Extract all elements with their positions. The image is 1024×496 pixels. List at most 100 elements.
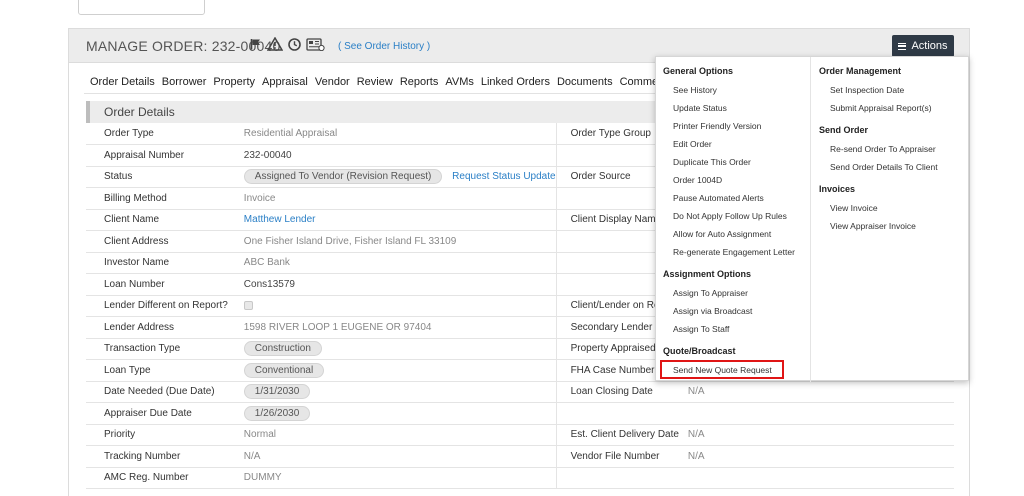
field-label: Billing Method [86, 187, 228, 210]
tab-order-details[interactable]: Order Details [90, 76, 155, 88]
menu-item-assign-broadcast[interactable]: Assign via Broadcast [673, 306, 752, 316]
field-value: Conventional [227, 359, 557, 382]
menu-item-resend-to-appraiser[interactable]: Re-send Order To Appraiser [830, 144, 936, 154]
menu-item-update-status[interactable]: Update Status [673, 103, 727, 113]
field-label: Loan Type [86, 359, 228, 382]
lender-different-checkbox[interactable] [243, 301, 253, 311]
tab-reports[interactable]: Reports [400, 76, 439, 88]
tab-property[interactable]: Property [213, 76, 255, 88]
tab-appraisal[interactable]: Appraisal [262, 76, 308, 88]
tab-linked-orders[interactable]: Linked Orders [481, 76, 550, 88]
tab-documents[interactable]: Documents [557, 76, 613, 88]
tab-avms[interactable]: AVMs [445, 76, 474, 88]
tab-borrower[interactable]: Borrower [162, 76, 207, 88]
see-order-history-link[interactable]: ( See Order History ) [338, 41, 430, 52]
menu-item-see-history[interactable]: See History [673, 85, 717, 95]
field-value: One Fisher Island Drive, Fisher Island F… [227, 230, 557, 253]
menu-item-printer-friendly[interactable]: Printer Friendly Version [673, 121, 761, 131]
tab-vendor[interactable]: Vendor [315, 76, 350, 88]
field-label: Transaction Type [86, 338, 228, 360]
menu-item-assign-staff[interactable]: Assign To Staff [673, 324, 729, 334]
field-value: DUMMY [227, 467, 557, 489]
table-row: AMC Reg. Number DUMMY [86, 467, 954, 489]
menu-heading-quote-broadcast: Quote/Broadcast [663, 346, 736, 356]
due-date-badge: 1/31/2030 [243, 384, 311, 400]
top-input-box[interactable] [78, 0, 205, 15]
loan-type-badge: Conventional [243, 362, 325, 378]
field-value [227, 295, 557, 317]
menu-item-view-invoice[interactable]: View Invoice [830, 203, 878, 213]
menu-heading-general-options: General Options [663, 66, 734, 76]
actions-label: Actions [911, 40, 948, 52]
menu-item-duplicate-order[interactable]: Duplicate This Order [673, 157, 751, 167]
field-label: Vendor File Number [555, 445, 688, 468]
menu-item-send-details-to-client[interactable]: Send Order Details To Client [830, 162, 938, 172]
highlight-box [660, 360, 784, 379]
menu-item-edit-order[interactable]: Edit Order [673, 139, 712, 149]
field-value: Invoice [227, 187, 557, 210]
warning-icon[interactable] [267, 37, 283, 51]
menu-item-view-appraiser-invoice[interactable]: View Appraiser Invoice [830, 221, 916, 231]
menu-heading-assignment-options: Assignment Options [663, 269, 752, 279]
menu-item-engagement-letter[interactable]: Re-generate Engagement Letter [673, 247, 795, 257]
field-value: 232-00040 [227, 144, 557, 167]
field-label: Priority [86, 424, 228, 446]
field-value: 1/31/2030 [227, 381, 557, 403]
menu-item-set-inspection-date[interactable]: Set Inspection Date [830, 85, 904, 95]
table-row: Appraiser Due Date 1/26/2030 [86, 402, 954, 425]
field-value: 1/26/2030 [227, 402, 557, 425]
actions-dropdown-menu: General Options See History Update Statu… [655, 56, 969, 382]
menu-heading-invoices: Invoices [819, 184, 856, 194]
field-value: Normal [227, 424, 557, 446]
field-value: N/A [687, 445, 954, 468]
table-row: Date Needed (Due Date) 1/31/2030 Loan Cl… [86, 381, 954, 403]
field-label: Est. Client Delivery Date [555, 424, 688, 446]
header-icons [250, 37, 325, 51]
flag-icon[interactable] [250, 38, 262, 50]
menu-item-assign-appraiser[interactable]: Assign To Appraiser [673, 288, 748, 298]
field-label: Appraiser Due Date [86, 402, 228, 425]
tab-review[interactable]: Review [357, 76, 393, 88]
status-badge: Assigned To Vendor (Revision Request) [243, 169, 443, 185]
field-value: N/A [227, 445, 557, 468]
field-value: Assigned To Vendor (Revision Request) Re… [227, 166, 557, 188]
field-value: N/A [687, 381, 954, 403]
field-label: Status [86, 166, 228, 188]
menu-item-auto-assignment[interactable]: Allow for Auto Assignment [673, 229, 771, 239]
field-label: Client Address [86, 230, 228, 253]
menu-icon [898, 42, 907, 50]
menu-heading-send-order: Send Order [819, 125, 869, 135]
menu-item-submit-appraisal-report[interactable]: Submit Appraisal Report(s) [830, 103, 932, 113]
field-label: Loan Number [86, 273, 228, 296]
actions-button[interactable]: Actions [892, 35, 954, 57]
field-value: Cons13579 [227, 273, 557, 296]
transaction-type-badge: Construction [243, 341, 322, 357]
field-label: Loan Closing Date [555, 381, 688, 403]
table-row: Tracking Number N/A Vendor File Number N… [86, 445, 954, 468]
field-label [555, 467, 688, 489]
field-value: ABC Bank [227, 252, 557, 274]
table-row: Priority Normal Est. Client Delivery Dat… [86, 424, 954, 446]
field-label: Tracking Number [86, 445, 228, 468]
dropdown-column-left: General Options See History Update Statu… [656, 57, 811, 382]
field-label [555, 402, 688, 425]
field-value [687, 467, 954, 489]
field-label: AMC Reg. Number [86, 467, 228, 489]
field-value: 1598 RIVER LOOP 1 EUGENE OR 97404 [227, 316, 557, 339]
field-value [687, 402, 954, 425]
field-label: Lender Address [86, 316, 228, 339]
menu-item-pause-alerts[interactable]: Pause Automated Alerts [673, 193, 764, 203]
appraiser-due-date-badge: 1/26/2030 [243, 405, 311, 421]
field-label: Date Needed (Due Date) [86, 381, 228, 403]
menu-heading-order-management: Order Management [819, 66, 902, 76]
client-name-link[interactable]: Matthew Lender [227, 209, 557, 231]
request-status-update-link[interactable]: Request Status Update [452, 171, 555, 182]
id-card-icon[interactable] [306, 37, 325, 51]
field-value: Residential Appraisal [227, 123, 557, 145]
field-value: Construction [227, 338, 557, 360]
field-label: Order Type [86, 123, 228, 145]
menu-item-order-1004d[interactable]: Order 1004D [673, 175, 722, 185]
menu-item-no-follow-up[interactable]: Do Not Apply Follow Up Rules [673, 211, 787, 221]
field-label: Client Name [86, 209, 228, 231]
clock-icon[interactable] [288, 37, 301, 51]
